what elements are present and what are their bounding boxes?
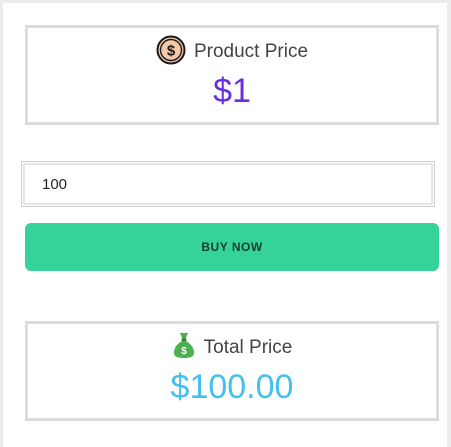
svg-text:$: $ bbox=[181, 346, 187, 357]
money-bag-icon: $ bbox=[172, 332, 196, 365]
total-price-label: Total Price bbox=[203, 337, 293, 358]
product-price-header: $ Product Price bbox=[28, 35, 436, 70]
coin-dollar-icon: $ bbox=[156, 35, 186, 70]
total-price-header: $ Total Price bbox=[28, 332, 436, 365]
app-panel: $ Product Price $1 BUY NOW $ Total Price… bbox=[3, 3, 447, 447]
buy-now-button[interactable]: BUY NOW bbox=[25, 223, 439, 271]
product-price-value: $1 bbox=[213, 72, 251, 110]
total-price-card: $ Total Price $100.00 bbox=[25, 321, 439, 421]
product-price-label: Product Price bbox=[193, 41, 309, 62]
total-price-value: $100.00 bbox=[170, 368, 294, 406]
product-price-card: $ Product Price $1 bbox=[25, 25, 439, 125]
quantity-input[interactable] bbox=[21, 161, 435, 207]
svg-text:$: $ bbox=[167, 42, 176, 59]
